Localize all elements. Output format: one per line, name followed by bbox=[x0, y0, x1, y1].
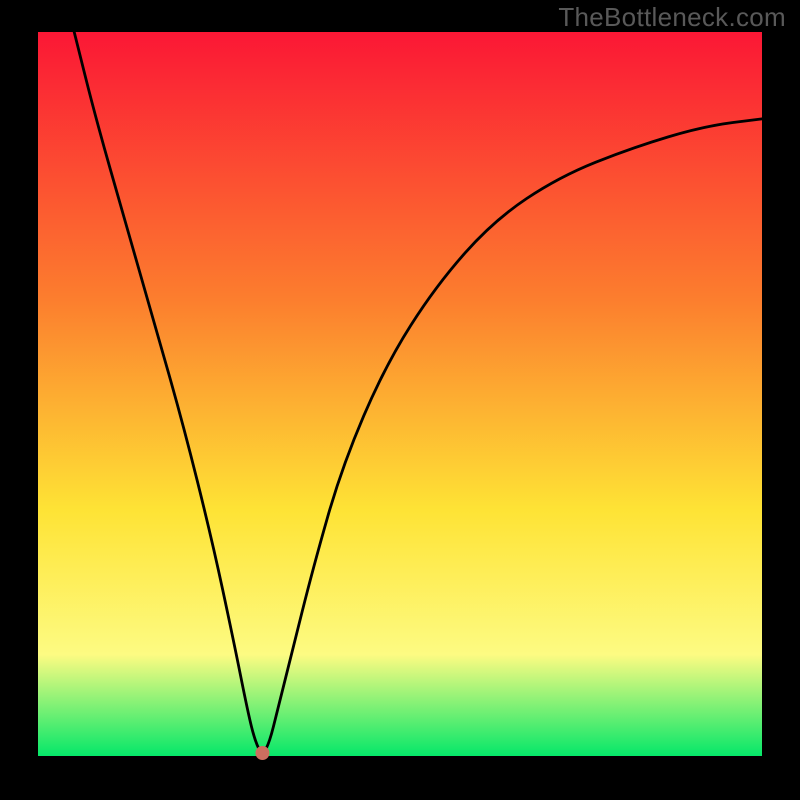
plot-area bbox=[38, 32, 762, 756]
watermark-text: TheBottleneck.com bbox=[558, 2, 786, 33]
bottleneck-curve bbox=[74, 32, 762, 752]
curve-svg bbox=[38, 32, 762, 756]
minimum-marker bbox=[255, 746, 269, 760]
chart-frame: TheBottleneck.com bbox=[0, 0, 800, 800]
